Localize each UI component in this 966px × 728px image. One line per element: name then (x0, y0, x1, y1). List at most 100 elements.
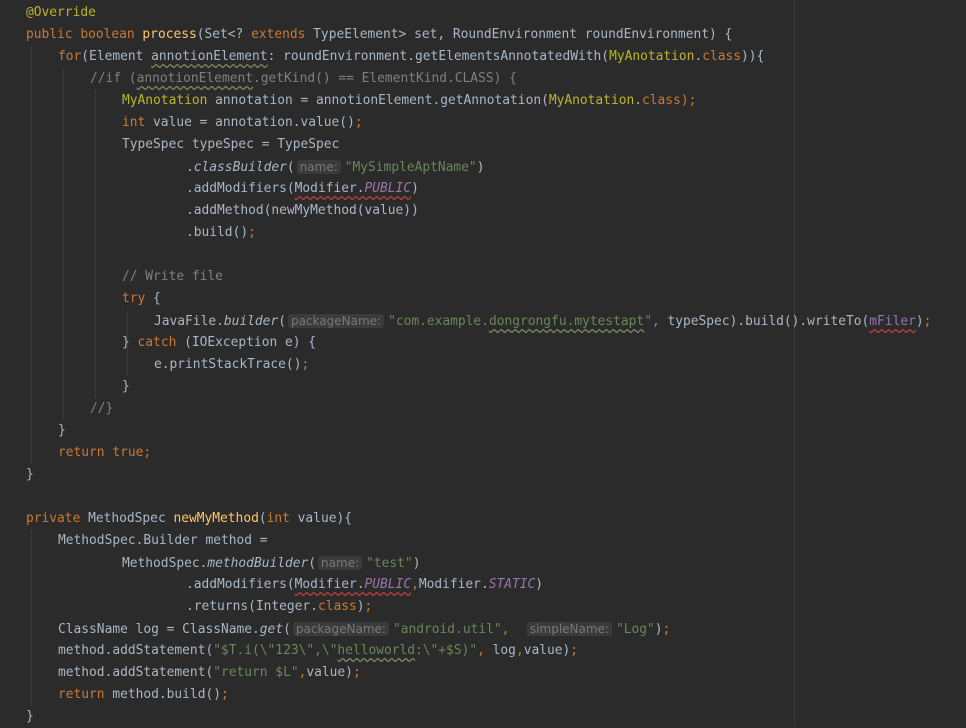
code-line[interactable]: return method.build(); (58, 684, 229, 706)
code-token: "return $L" (213, 665, 299, 680)
code-token: dongrongfu.mytestapt (488, 314, 645, 329)
code-token: value = annotation.value() (153, 115, 355, 130)
code-token: ) (411, 181, 419, 196)
code-token: ) (412, 556, 421, 571)
code-token: . (634, 93, 642, 108)
code-token: PUBLIC (364, 577, 412, 592)
code-line[interactable]: .classBuilder(name: "MySimpleAptName") (186, 156, 484, 178)
code-line[interactable]: TypeSpec typeSpec = TypeSpec (122, 134, 339, 156)
parameter-hint: simpleName: (526, 622, 612, 636)
code-line[interactable]: method.addStatement("return $L",value); (58, 662, 361, 684)
code-line[interactable]: JavaFile.builder(packageName: "com.exampl… (154, 310, 931, 332)
code-token: MethodSpec. (122, 556, 208, 571)
code-token: (Set<? (196, 27, 252, 42)
code-line[interactable]: ClassName log = ClassName.get(packageNam… (58, 618, 670, 640)
code-token: int (122, 115, 154, 130)
code-token: : roundEnvironment.getElementsAnnotatedW… (267, 49, 610, 64)
code-line[interactable]: } (122, 376, 130, 398)
code-token: method.build() (112, 687, 221, 702)
code-token: .getKind() == ElementKind.CLASS) { (253, 71, 517, 86)
code-line[interactable]: MyAnotation annotation = annotionElement… (122, 90, 696, 112)
code-line[interactable]: } catch (IOException e) { (122, 332, 316, 354)
code-token: Modifier. (294, 577, 365, 592)
code-line[interactable]: int value = annotation.value(); (122, 112, 363, 134)
code-token: TypeElement> set, RoundEnvironment round… (313, 27, 733, 42)
code-token: PUBLIC (364, 181, 412, 196)
code-token: Modifier. (294, 181, 365, 196)
code-token: ; (662, 622, 671, 637)
code-token: ) (476, 160, 485, 175)
code-line[interactable]: MethodSpec.Builder method = (58, 530, 268, 552)
code-token: ( (286, 160, 295, 175)
code-token: } (26, 467, 34, 482)
code-token: } (26, 709, 34, 724)
code-token: ) (356, 599, 365, 614)
code-token: , (651, 314, 668, 329)
parameter-hint: packageName: (292, 622, 389, 636)
code-token: MyAnotation (122, 93, 208, 108)
code-line[interactable]: .returns(Integer.class); (186, 596, 372, 618)
code-line[interactable]: .addModifiers(Modifier.PUBLIC) (186, 178, 419, 200)
code-line[interactable]: .build(); (186, 222, 256, 244)
code-line[interactable]: //if (annotionElement.getKind() == Eleme… (90, 68, 517, 90)
code-token: ) (654, 622, 663, 637)
code-token: ( (278, 314, 286, 329)
code-token: log (492, 643, 516, 658)
code-line[interactable]: for(Element annotionElement: roundEnviro… (58, 46, 764, 68)
code-token: ; (220, 687, 229, 702)
code-editor[interactable]: @Override public boolean process(Set<? ex… (0, 0, 966, 726)
code-line[interactable]: @Override (26, 2, 96, 24)
code-line[interactable]: MethodSpec.methodBuilder(name: "test") (122, 552, 420, 574)
code-token: get (259, 622, 284, 637)
code-line[interactable]: private MethodSpec newMyMethod(int value… (26, 508, 352, 530)
code-line[interactable]: return true; (58, 442, 151, 464)
parameter-hint: name: (296, 160, 341, 174)
code-line[interactable]: .addModifiers(Modifier.PUBLIC,Modifier.S… (186, 574, 543, 596)
code-token: .addMethod(newMyMethod(value)) (186, 203, 419, 218)
code-token: ; (923, 314, 932, 329)
indent-guide (95, 90, 96, 398)
code-token: // Write file (122, 269, 223, 284)
code-line[interactable]: } (58, 420, 66, 442)
code-token: Modifier. (418, 577, 489, 592)
code-token: ) (915, 314, 924, 329)
parameter-hint: name: (318, 556, 363, 570)
code-line[interactable]: e.printStackTrace(); (154, 354, 309, 376)
code-token: " (644, 314, 652, 329)
code-token: method.addStatement( (58, 643, 214, 658)
code-token: ; (352, 665, 361, 680)
code-token: "Log" (615, 622, 655, 637)
code-line[interactable]: public boolean process(Set<? extends Typ… (26, 24, 732, 46)
code-token: ClassName log = ClassName. (58, 622, 260, 637)
code-line[interactable]: } (26, 464, 34, 486)
code-token: e.printStackTrace() (154, 357, 302, 372)
code-token: int (266, 511, 298, 526)
code-token: (IOException e) { (184, 335, 317, 350)
code-line[interactable]: method.addStatement("$T.i(\"123\",\"hell… (58, 640, 578, 662)
code-token: . (186, 160, 194, 175)
code-line[interactable]: .addMethod(newMyMethod(value)) (186, 200, 419, 222)
code-token: @Override (26, 5, 96, 20)
code-token: method.addStatement( (58, 665, 214, 680)
code-token: ; (570, 643, 579, 658)
code-token: MethodSpec (88, 511, 174, 526)
code-line[interactable]: } (26, 706, 34, 728)
code-token: MyAnotation (548, 93, 635, 108)
code-token: MyAnotation (609, 49, 695, 64)
code-token: builder (223, 314, 279, 329)
code-token: .addModifiers( (186, 181, 295, 196)
code-token: (Element (81, 49, 152, 64)
code-token: classBuilder (193, 160, 287, 175)
code-token: annotionElement (136, 71, 253, 86)
code-token: TypeSpec typeSpec = TypeSpec (122, 137, 340, 152)
parameter-hint: packageName: (287, 314, 385, 328)
code-token: for (58, 49, 82, 64)
code-token: return true (58, 445, 144, 460)
code-token: ; (143, 445, 152, 460)
code-line[interactable]: // Write file (122, 266, 223, 288)
code-token: :\"+$S)" (415, 643, 478, 658)
code-token: methodBuilder (207, 556, 309, 571)
code-token: , (515, 643, 524, 658)
code-line[interactable]: try { (122, 288, 161, 310)
code-line[interactable]: //} (90, 398, 113, 420)
